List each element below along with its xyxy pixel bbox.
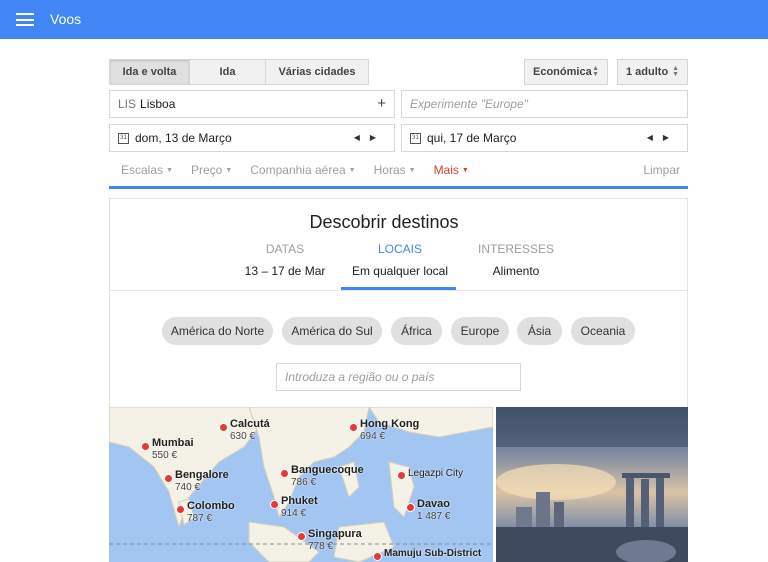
- departure-date: dom, 13 de Março: [135, 131, 232, 145]
- map-city-label[interactable]: Colombo: [187, 500, 235, 512]
- filter-airline[interactable]: Companhia aérea ▼: [250, 163, 355, 177]
- select-arrows-icon: ▲ ▼: [672, 65, 679, 78]
- region-chip-oceania[interactable]: Oceania: [571, 317, 635, 345]
- discover-title: Descobrir destinos: [309, 212, 459, 232]
- filters-divider: [109, 186, 688, 189]
- region-search-input[interactable]: Introduza a região ou o país: [276, 363, 521, 391]
- trip-type-multi-city[interactable]: Várias cidades: [265, 59, 369, 85]
- map-city-label[interactable]: Singapura: [308, 528, 362, 540]
- region-chip-africa[interactable]: África: [391, 317, 442, 345]
- city-skyline-image: [496, 407, 688, 562]
- destination-photo[interactable]: [496, 407, 688, 562]
- cabin-class-select[interactable]: Económica ▲ ▼: [524, 59, 608, 85]
- tab-interests-value[interactable]: Alimento: [456, 264, 576, 278]
- map-pin[interactable]: [270, 500, 279, 509]
- map-city-label[interactable]: Mamuju Sub-District: [384, 548, 481, 559]
- map-pin[interactable]: [141, 442, 150, 451]
- map-city-label[interactable]: Calcutá: [230, 418, 270, 430]
- calendar-icon: 31: [118, 132, 129, 144]
- clear-filters-link[interactable]: Limpar: [643, 163, 680, 177]
- origin-code: LIS: [118, 97, 137, 111]
- map-city-label[interactable]: Davao: [417, 498, 450, 510]
- map-pin[interactable]: [280, 469, 289, 478]
- map-city-label[interactable]: Banguecoque: [291, 464, 364, 476]
- origin-field[interactable]: LIS Lisboa +: [109, 90, 395, 118]
- map-city-label[interactable]: Mumbai: [152, 437, 194, 449]
- panel-divider: [110, 290, 687, 291]
- tab-dates-label[interactable]: DATAS: [225, 242, 345, 256]
- map-pin[interactable]: [297, 532, 306, 541]
- filter-price[interactable]: Preço ▼: [191, 163, 232, 177]
- map-price-label: 914 €: [281, 508, 307, 519]
- trip-type-round-trip[interactable]: Ida e volta: [109, 59, 190, 85]
- region-chip-europe[interactable]: Europe: [451, 317, 509, 345]
- map-price-label: 550 €: [152, 450, 178, 461]
- caret-down-icon: ▼: [166, 167, 173, 174]
- destination-placeholder: Experimente "Europe": [410, 97, 528, 111]
- tab-dates-value[interactable]: 13 – 17 de Mar: [225, 264, 345, 278]
- passengers-select[interactable]: 1 adulto ▲ ▼: [617, 59, 688, 85]
- map-price-label: 778 €: [308, 541, 334, 552]
- cabin-class-value: Económica: [533, 66, 592, 78]
- filter-times[interactable]: Horas ▼: [374, 163, 416, 177]
- app-bar: Voos: [0, 0, 768, 39]
- map-pin[interactable]: [164, 474, 173, 483]
- tab-places-label[interactable]: LOCAIS: [340, 242, 460, 256]
- map-city-label[interactable]: Legazpi City: [408, 468, 463, 479]
- map-city-label[interactable]: Hong Kong: [360, 418, 419, 430]
- date-nav-arrows-icon[interactable]: ◀▶: [354, 133, 386, 142]
- caret-down-icon: ▼: [348, 167, 356, 174]
- trip-type-one-way[interactable]: Ida: [189, 59, 266, 85]
- map-price-label: 694 €: [360, 431, 386, 442]
- caret-down-icon: ▼: [225, 167, 233, 174]
- filters-bar: Escalas ▼ Preço ▼ Companhia aérea ▼ Horas ▼ …: [121, 163, 487, 177]
- map-pin[interactable]: [349, 423, 358, 432]
- region-chip-asia[interactable]: Ásia: [517, 317, 562, 345]
- tab-places-value[interactable]: Em qualquer local: [340, 264, 460, 278]
- add-origin-icon[interactable]: +: [377, 95, 386, 112]
- caret-down-icon: ▼: [408, 167, 416, 174]
- region-search-placeholder: Introduza a região ou o país: [285, 370, 435, 384]
- origin-city: Lisboa: [140, 97, 176, 111]
- app-title: Voos: [50, 11, 82, 27]
- select-arrows-icon: ▲ ▼: [592, 65, 599, 78]
- map-pin[interactable]: [176, 505, 185, 514]
- return-date-field[interactable]: 31 qui, 17 de Março ◀▶: [401, 124, 688, 152]
- filter-stops[interactable]: Escalas ▼: [121, 163, 173, 177]
- tab-interests-label[interactable]: INTERESSES: [456, 242, 576, 256]
- passengers-value: 1 adulto: [626, 66, 669, 78]
- departure-date-field[interactable]: 31 dom, 13 de Março ◀▶: [109, 124, 395, 152]
- calendar-icon: 31: [410, 132, 421, 144]
- region-chip-south-america[interactable]: América do Sul: [282, 317, 382, 345]
- map-price-label: 1 487 €: [417, 511, 451, 522]
- caret-down-icon: ▼: [461, 167, 469, 174]
- return-date: qui, 17 de Março: [427, 131, 517, 145]
- date-nav-arrows-icon[interactable]: ◀▶: [647, 133, 679, 142]
- destinations-map[interactable]: Calcutá 630 € Hong Kong 694 € Mumbai 550…: [109, 407, 493, 562]
- map-city-label[interactable]: Phuket: [281, 495, 318, 507]
- map-price-label: 630 €: [230, 431, 256, 442]
- map-price-label: 786 €: [291, 477, 317, 488]
- map-pin[interactable]: [406, 503, 415, 512]
- map-price-label: 740 €: [175, 482, 201, 493]
- menu-icon[interactable]: [16, 13, 34, 26]
- filter-more[interactable]: Mais ▼: [434, 163, 469, 177]
- map-city-label[interactable]: Bengalore: [175, 469, 229, 481]
- map-pin[interactable]: [373, 552, 382, 561]
- region-chip-north-america[interactable]: América do Norte: [162, 317, 273, 345]
- map-price-label: 787 €: [187, 513, 213, 524]
- map-pin[interactable]: [219, 423, 228, 432]
- map-pin[interactable]: [397, 471, 406, 480]
- destination-field[interactable]: Experimente "Europe": [401, 90, 688, 118]
